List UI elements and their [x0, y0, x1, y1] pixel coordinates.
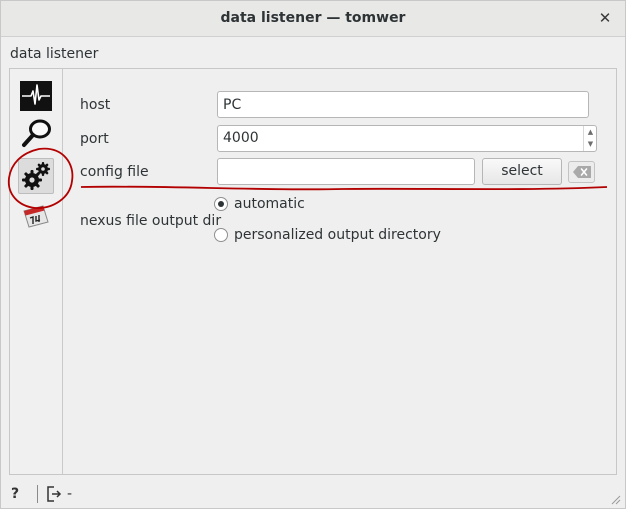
port-spinbox[interactable]: 4000 ▲ ▼: [217, 125, 597, 152]
window: data listener — tomwer ✕ data listener h…: [0, 0, 626, 509]
help-icon[interactable]: ?: [11, 486, 19, 502]
close-icon[interactable]: ✕: [595, 8, 615, 28]
select-button[interactable]: select: [482, 158, 562, 185]
config-file-label: config file: [80, 164, 149, 180]
radio-automatic[interactable]: automatic: [214, 193, 305, 215]
tool-sidebar: [10, 69, 63, 474]
port-label: port: [80, 131, 109, 147]
magnifier-icon: [22, 119, 51, 147]
clear-text-icon: [572, 166, 591, 178]
host-label: host: [80, 97, 111, 113]
status-separator: [37, 485, 38, 503]
nexus-output-label: nexus file output dir: [80, 213, 222, 229]
title-bar: data listener — tomwer ✕: [1, 1, 625, 37]
spin-down-icon[interactable]: ▼: [586, 138, 595, 150]
radio-automatic-label: automatic: [234, 196, 305, 212]
resize-grip-icon[interactable]: [611, 495, 621, 505]
clear-button[interactable]: [568, 161, 595, 183]
status-text: -: [67, 486, 73, 502]
tool-magnifier[interactable]: [18, 115, 54, 151]
tool-settings[interactable]: [18, 158, 54, 194]
radio-personalized-label: personalized output directory: [234, 227, 441, 243]
port-spin-arrows: ▲ ▼: [583, 126, 596, 151]
host-input[interactable]: [217, 91, 589, 118]
gears-icon: [22, 162, 50, 190]
panel-label: data listener: [10, 46, 99, 62]
signal-icon: [20, 81, 52, 111]
radio-button-personalized[interactable]: [214, 228, 228, 242]
status-bar: ? -: [1, 479, 625, 508]
radio-button-automatic[interactable]: [214, 197, 228, 211]
calendar-icon: [23, 205, 49, 228]
port-value: 4000: [223, 130, 259, 146]
config-file-input[interactable]: [217, 158, 475, 185]
radio-personalized[interactable]: personalized output directory: [214, 224, 441, 246]
tool-signal[interactable]: [18, 78, 54, 114]
tool-calendar[interactable]: [18, 197, 54, 233]
settings-form: host port 4000 ▲ ▼ config file select ne…: [63, 69, 616, 474]
output-exit-icon[interactable]: [46, 485, 62, 507]
spin-up-icon[interactable]: ▲: [586, 126, 595, 138]
window-title: data listener — tomwer: [220, 10, 406, 26]
main-frame: host port 4000 ▲ ▼ config file select ne…: [9, 68, 617, 475]
